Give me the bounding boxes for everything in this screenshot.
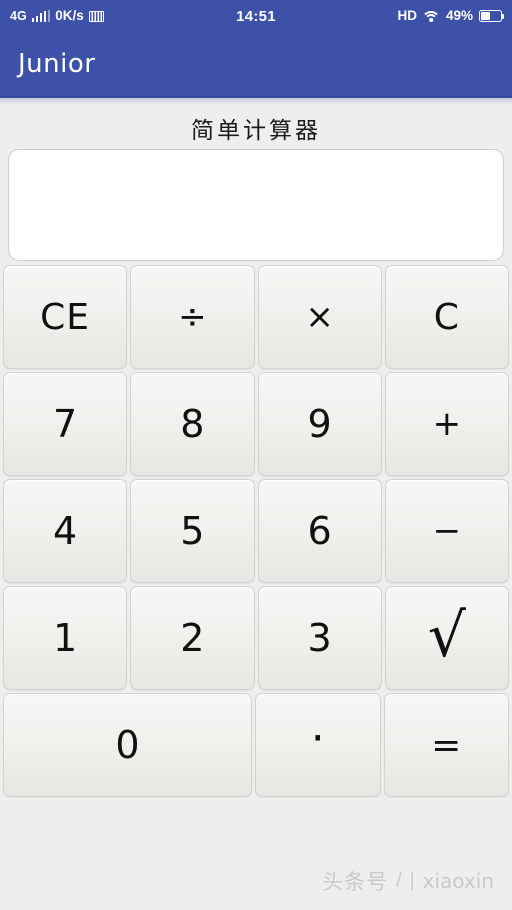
battery-percent-label: 49% [445,8,473,24]
watermark-author-label: xiaoxin [422,869,494,893]
key-7[interactable]: 7 [3,372,128,476]
keypad-row: 0 · = [3,693,509,797]
calculator-keypad: CE ÷ × C 7 8 9 +4 5 6−1 2 3 √ 0 · = [0,265,512,797]
key-multiply[interactable]: × [257,265,382,369]
wifi-icon [421,10,441,23]
keypad-row: 4 5 6− [3,479,509,583]
key-8[interactable]: 8 [130,372,255,476]
key-minus[interactable]: − [384,479,509,583]
hd-label: HD [397,8,417,24]
key-clear-entry[interactable]: CE [3,265,128,369]
key-clear[interactable]: C [384,265,509,369]
key-divide[interactable]: ÷ [130,265,255,369]
display-container [0,149,512,261]
key-9[interactable]: 9 [257,372,382,476]
app-bar: Junior [0,32,512,98]
battery-icon [479,10,505,22]
watermark-slash: / [396,869,402,892]
calculator-display[interactable] [8,149,504,261]
key-5[interactable]: 5 [130,479,255,583]
key-2[interactable]: 2 [130,586,255,690]
key-plus[interactable]: + [384,372,509,476]
key-decimal[interactable]: · [255,693,381,797]
status-bar-right: HD 49% [397,8,505,24]
status-bar: 4G 0K/s 14:51 HD 49% [0,0,512,32]
key-3[interactable]: 3 [257,586,382,690]
key-0[interactable]: 0 [3,693,252,797]
keypad-row: 1 2 3 √ [3,586,509,690]
app-title: Junior [18,49,96,79]
watermark-source-label: 头条号 [322,870,389,894]
watermark-divider: | [409,870,415,891]
key-6[interactable]: 6 [257,479,382,583]
key-square-root[interactable]: √ [384,586,509,690]
footer-watermark: 头条号 / | xiaoxin [0,866,512,896]
keypad-row: CE ÷ × C [3,265,509,369]
page-title: 简单计算器 [191,118,321,144]
keypad-row: 7 8 9 + [3,372,509,476]
key-equals[interactable]: = [383,693,509,797]
key-4[interactable]: 4 [3,479,128,583]
key-1[interactable]: 1 [3,586,128,690]
